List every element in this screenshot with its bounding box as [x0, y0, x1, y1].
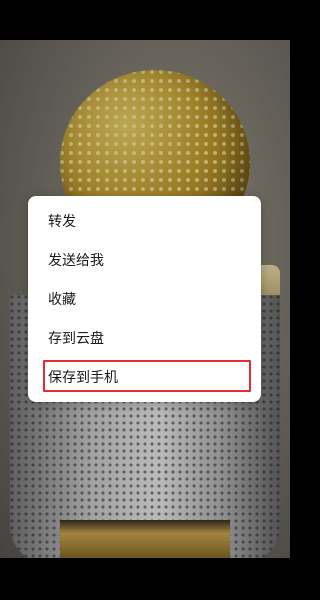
- menu-item-save-to-cloud[interactable]: 存到云盘: [28, 318, 261, 357]
- status-bar-area: [0, 0, 290, 40]
- menu-item-send-to-me[interactable]: 发送给我: [28, 240, 261, 279]
- menu-item-favorite[interactable]: 收藏: [28, 279, 261, 318]
- menu-item-save-to-phone[interactable]: 保存到手机: [28, 357, 261, 396]
- menu-item-forward[interactable]: 转发: [28, 201, 261, 240]
- context-menu: 转发 发送给我 收藏 存到云盘 保存到手机: [28, 196, 261, 402]
- navigation-bar-area: [0, 558, 290, 600]
